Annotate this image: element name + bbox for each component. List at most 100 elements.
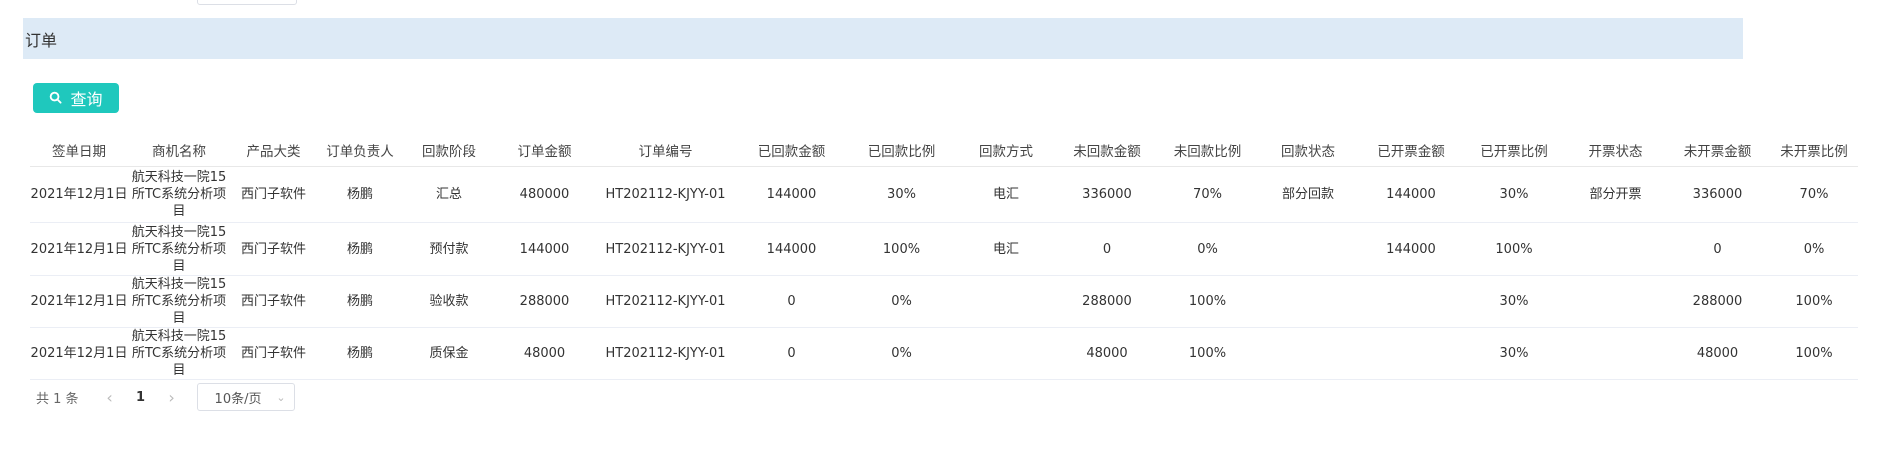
chevron-right-icon[interactable]: › bbox=[161, 388, 183, 407]
table-cell bbox=[1256, 327, 1360, 380]
table-cell: 48000 bbox=[495, 327, 594, 380]
table-cell: 100% bbox=[1159, 275, 1256, 328]
col-header[interactable]: 订单负责人 bbox=[317, 133, 403, 167]
chevron-left-icon[interactable]: ‹ bbox=[99, 388, 121, 407]
table-cell: 0 bbox=[1665, 222, 1770, 276]
table-cell: 航天科技一院15所TC系统分析项目 bbox=[128, 166, 230, 223]
table-cell: 100% bbox=[846, 222, 957, 276]
col-header[interactable]: 已回款金额 bbox=[737, 133, 846, 167]
table-cell: 2021年12月1日 bbox=[30, 222, 128, 276]
table-cell: 144000 bbox=[1360, 222, 1462, 276]
table-cell: 0% bbox=[846, 327, 957, 380]
page-size-select[interactable]: 10条/页 ⌄ bbox=[196, 383, 295, 411]
col-header[interactable]: 回款状态 bbox=[1256, 133, 1360, 167]
table-cell: 0% bbox=[1159, 222, 1256, 276]
table-cell: 西门子软件 bbox=[230, 327, 317, 380]
table-cell: 70% bbox=[1159, 166, 1256, 223]
table-cell: 480000 bbox=[495, 166, 594, 223]
table-cell: 2021年12月1日 bbox=[30, 275, 128, 328]
col-header[interactable]: 未开票金额 bbox=[1665, 133, 1770, 167]
table-header-row: 签单日期 商机名称 产品大类 订单负责人 回款阶段 订单金额 订单编号 已回款金… bbox=[30, 133, 1858, 167]
col-header[interactable]: 已开票金额 bbox=[1360, 133, 1462, 167]
table-cell: 西门子软件 bbox=[230, 275, 317, 328]
col-header[interactable]: 已回款比例 bbox=[846, 133, 957, 167]
table-cell: 0% bbox=[1770, 222, 1858, 276]
table-cell: 2021年12月1日 bbox=[30, 166, 128, 223]
col-header[interactable]: 未回款金额 bbox=[1055, 133, 1159, 167]
query-button[interactable]: 查询 bbox=[33, 83, 119, 113]
query-button-label: 查询 bbox=[70, 90, 103, 109]
table-cell: 48000 bbox=[1055, 327, 1159, 380]
col-header[interactable]: 未开票比例 bbox=[1770, 133, 1858, 167]
col-header[interactable]: 产品大类 bbox=[230, 133, 317, 167]
section-header: 订单 bbox=[23, 18, 1743, 59]
table-cell: 汇总 bbox=[403, 166, 495, 223]
table-cell: 144000 bbox=[1360, 166, 1462, 223]
table-cell: 30% bbox=[1462, 166, 1566, 223]
table-row[interactable]: 2021年12月1日 航天科技一院15所TC系统分析项目 西门子软件 杨鹏 质保… bbox=[30, 327, 1858, 380]
col-header[interactable]: 回款阶段 bbox=[403, 133, 495, 167]
table-cell: 预付款 bbox=[403, 222, 495, 276]
col-header[interactable]: 未回款比例 bbox=[1159, 133, 1256, 167]
table-cell: 杨鹏 bbox=[317, 222, 403, 276]
table-cell: 144000 bbox=[737, 166, 846, 223]
col-header[interactable]: 订单金额 bbox=[495, 133, 594, 167]
table-cell: 336000 bbox=[1665, 166, 1770, 223]
table-cell: 航天科技一院15所TC系统分析项目 bbox=[128, 327, 230, 380]
table-cell: 30% bbox=[1462, 327, 1566, 380]
table-cell: 验收款 bbox=[403, 275, 495, 328]
table-cell: 航天科技一院15所TC系统分析项目 bbox=[128, 222, 230, 276]
col-header[interactable]: 已开票比例 bbox=[1462, 133, 1566, 167]
table-cell: 144000 bbox=[737, 222, 846, 276]
table-cell: 288000 bbox=[1055, 275, 1159, 328]
pagination-total: 共 1 条 bbox=[36, 391, 79, 407]
table-cell: 0% bbox=[846, 275, 957, 328]
page-number-current[interactable]: 1 bbox=[121, 390, 161, 405]
search-icon bbox=[49, 89, 63, 108]
table-cell bbox=[957, 275, 1055, 328]
table-cell: 0 bbox=[737, 327, 846, 380]
col-header[interactable]: 商机名称 bbox=[128, 133, 230, 167]
table-cell: 48000 bbox=[1665, 327, 1770, 380]
table-cell bbox=[1566, 222, 1665, 276]
table-cell: 杨鹏 bbox=[317, 166, 403, 223]
table-cell: 100% bbox=[1159, 327, 1256, 380]
table-cell: 西门子软件 bbox=[230, 222, 317, 276]
col-header[interactable]: 签单日期 bbox=[30, 133, 128, 167]
col-header[interactable]: 开票状态 bbox=[1566, 133, 1665, 167]
table-cell: HT202112-KJYY-01 bbox=[594, 327, 737, 380]
table-cell: HT202112-KJYY-01 bbox=[594, 275, 737, 328]
table-cell bbox=[1256, 222, 1360, 276]
table-row[interactable]: 2021年12月1日 航天科技一院15所TC系统分析项目 西门子软件 杨鹏 预付… bbox=[30, 222, 1858, 276]
table-cell: 70% bbox=[1770, 166, 1858, 223]
table-cell: 杨鹏 bbox=[317, 275, 403, 328]
table-cell: 杨鹏 bbox=[317, 327, 403, 380]
chevron-down-icon: ⌄ bbox=[276, 390, 286, 404]
table-cell bbox=[1360, 275, 1462, 328]
table-row[interactable]: 2021年12月1日 航天科技一院15所TC系统分析项目 西门子软件 杨鹏 验收… bbox=[30, 275, 1858, 328]
top-select-stub[interactable] bbox=[197, 0, 297, 5]
table-cell bbox=[1566, 327, 1665, 380]
table-cell bbox=[957, 327, 1055, 380]
col-header[interactable]: 订单编号 bbox=[594, 133, 737, 167]
section-title: 订单 bbox=[25, 30, 58, 50]
table-cell: 西门子软件 bbox=[230, 166, 317, 223]
table-cell: 电汇 bbox=[957, 166, 1055, 223]
table-cell: 电汇 bbox=[957, 222, 1055, 276]
col-header[interactable]: 回款方式 bbox=[957, 133, 1055, 167]
table-cell bbox=[1360, 327, 1462, 380]
orders-table: 签单日期 商机名称 产品大类 订单负责人 回款阶段 订单金额 订单编号 已回款金… bbox=[30, 133, 1858, 380]
table-cell: 288000 bbox=[495, 275, 594, 328]
table-cell: 100% bbox=[1770, 275, 1858, 328]
table-cell: 部分回款 bbox=[1256, 166, 1360, 223]
table-cell bbox=[1566, 275, 1665, 328]
table-cell: 288000 bbox=[1665, 275, 1770, 328]
table-cell: 100% bbox=[1770, 327, 1858, 380]
table-cell: 30% bbox=[1462, 275, 1566, 328]
table-cell: 航天科技一院15所TC系统分析项目 bbox=[128, 275, 230, 328]
table-cell: 100% bbox=[1462, 222, 1566, 276]
table-cell: 0 bbox=[737, 275, 846, 328]
table-cell bbox=[1256, 275, 1360, 328]
table-row[interactable]: 2021年12月1日 航天科技一院15所TC系统分析项目 西门子软件 杨鹏 汇总… bbox=[30, 166, 1858, 223]
table-cell: 部分开票 bbox=[1566, 166, 1665, 223]
